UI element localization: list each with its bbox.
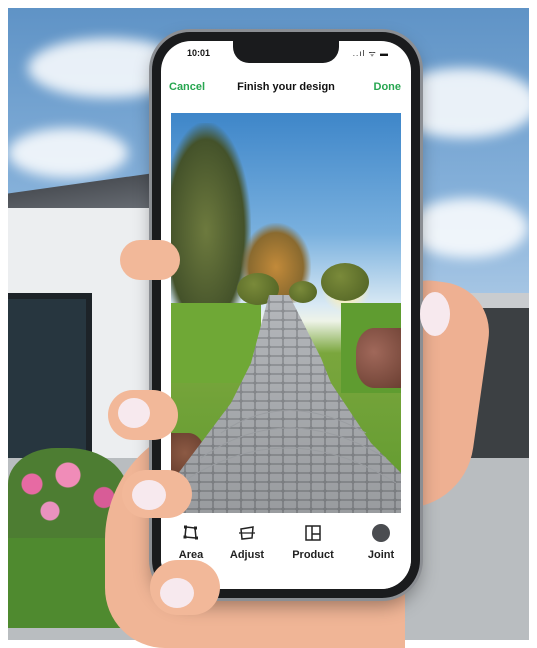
finger xyxy=(120,240,180,280)
status-icons: ..ıl ᯤ ▬ xyxy=(352,49,389,58)
app-header: Finish your design Cancel Done xyxy=(161,81,411,105)
adjust-perspective-icon xyxy=(239,526,255,540)
joint-tool-button[interactable]: Joint xyxy=(351,523,411,561)
joint-label: Joint xyxy=(367,549,395,561)
product-layout-icon xyxy=(305,525,321,541)
done-button[interactable]: Done xyxy=(374,81,402,93)
fingernail xyxy=(132,480,166,510)
cloud xyxy=(408,198,528,258)
cloud xyxy=(8,128,128,178)
design-preview-image[interactable] xyxy=(171,113,401,513)
paving-path xyxy=(171,295,401,513)
fingernail xyxy=(118,398,150,428)
area-tool-button[interactable]: Area xyxy=(161,523,221,561)
joint-circle-icon xyxy=(372,524,390,542)
product-label: Product xyxy=(292,549,334,561)
area-crop-icon xyxy=(183,525,198,540)
phone-screen: 10:01 ..ıl ᯤ ▬ Finish your design Cancel… xyxy=(161,41,411,589)
status-time: 10:01 xyxy=(187,48,211,58)
phone-notch xyxy=(233,41,339,63)
adjust-label: Adjust xyxy=(229,549,265,561)
phone: 10:01 ..ıl ᯤ ▬ Finish your design Cancel… xyxy=(152,32,420,598)
product-tool-button[interactable]: Product xyxy=(283,523,343,561)
fingernail xyxy=(160,578,194,608)
thumbnail xyxy=(420,292,450,336)
cancel-button[interactable]: Cancel xyxy=(169,81,205,93)
adjust-tool-button[interactable]: Adjust xyxy=(217,523,277,561)
